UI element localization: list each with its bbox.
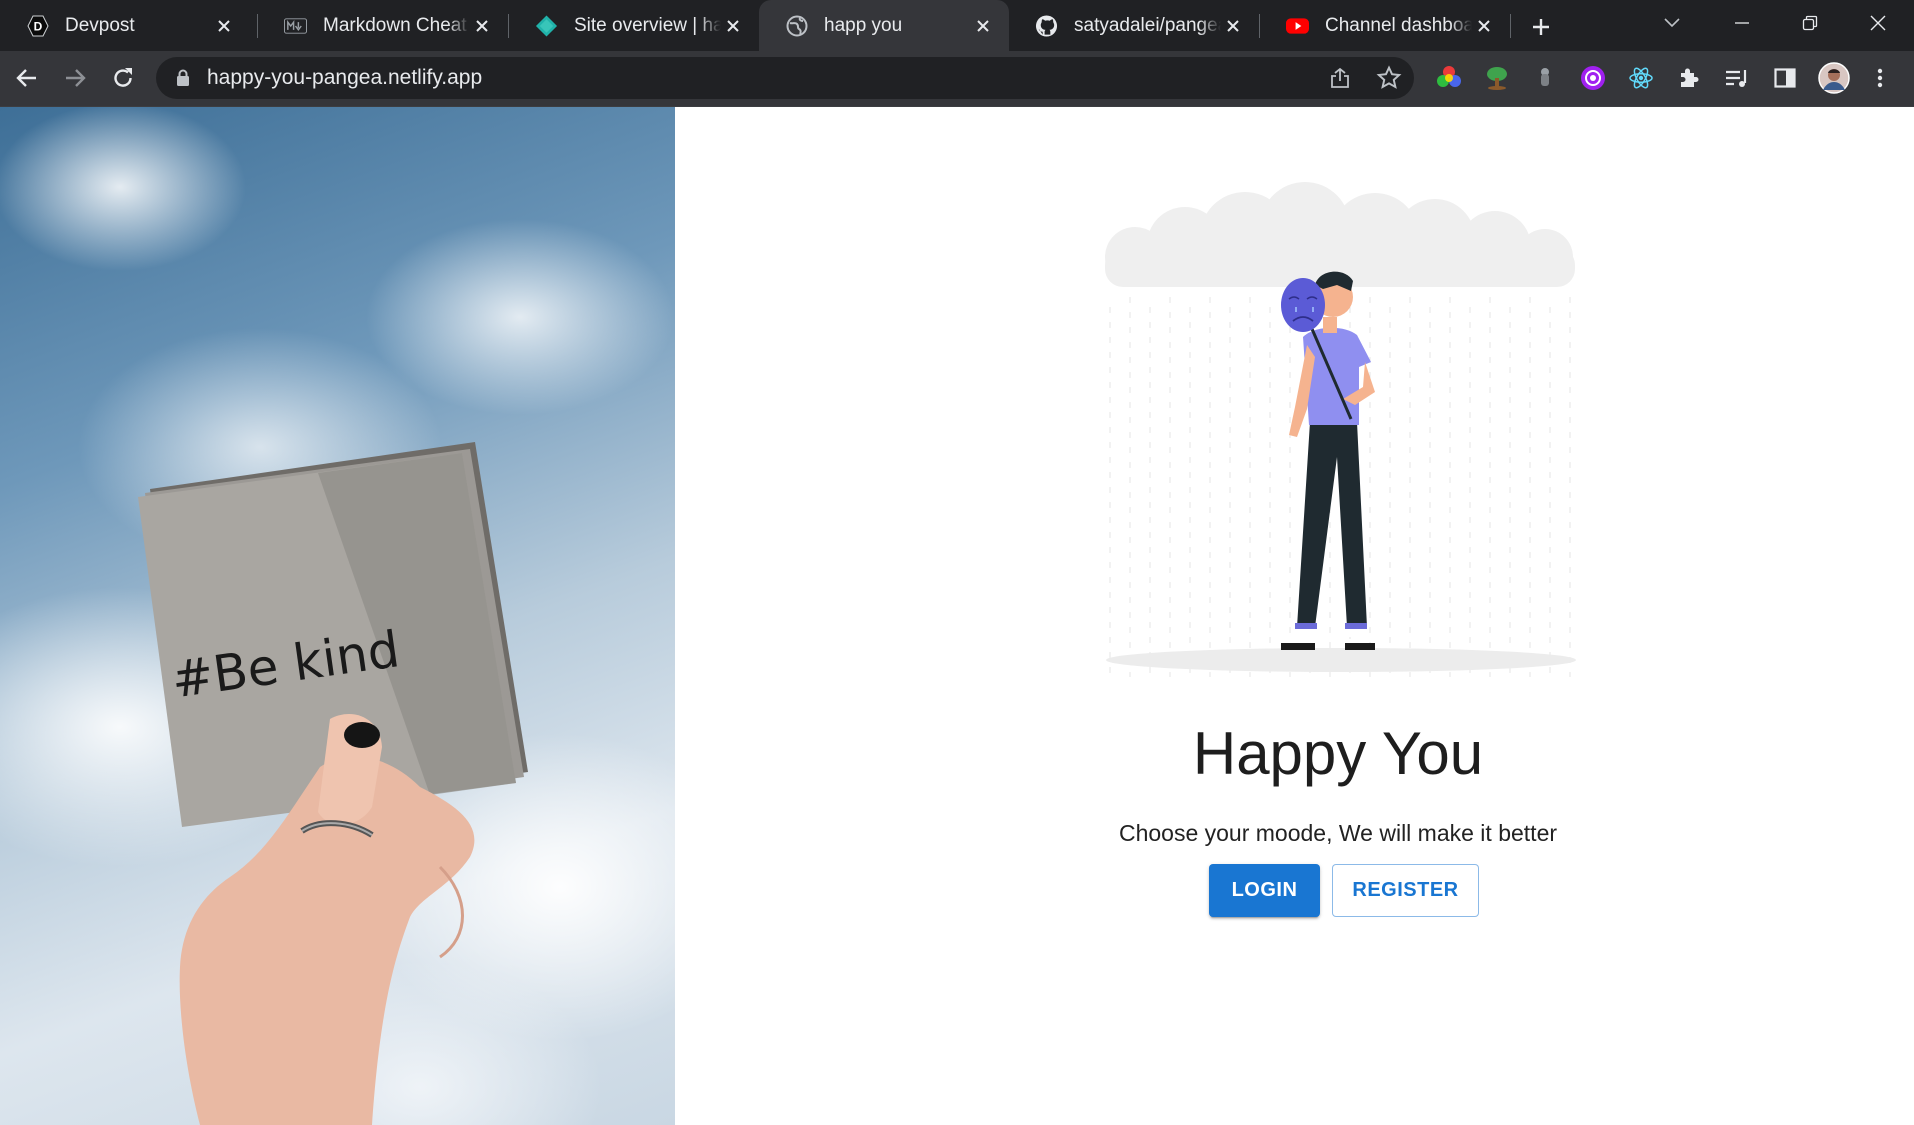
puzzle-icon[interactable] [1675, 64, 1703, 92]
hero-photo: #Be kind [0, 107, 675, 1125]
chevron-down-icon [1664, 18, 1680, 28]
tab-title: Markdown Cheat Sheet [323, 14, 470, 36]
markdown-icon [284, 14, 307, 37]
login-button[interactable]: LOGIN [1209, 864, 1320, 917]
purple-extension-icon[interactable] [1579, 64, 1607, 92]
tab-separator [1510, 14, 1511, 38]
hand-with-note-image [138, 442, 528, 1125]
close-icon[interactable] [1221, 14, 1245, 38]
tree-icon[interactable] [1483, 64, 1511, 92]
tab-netlify[interactable]: Site overview | happy-you-pangea [509, 0, 759, 51]
tab-strip: D Devpost Markdown Cheat Sheet Site over… [0, 0, 1914, 51]
forward-button[interactable] [60, 63, 90, 93]
side-panel-icon[interactable] [1771, 64, 1799, 92]
lock-icon[interactable] [176, 69, 190, 87]
tab-title: happ you [824, 14, 903, 36]
lamp-icon[interactable] [1531, 64, 1559, 92]
web-page: #Be kind Happy You Choose your moode, We… [0, 107, 1914, 1125]
close-icon[interactable] [470, 14, 494, 38]
register-button[interactable]: REGISTER [1332, 864, 1479, 917]
reload-icon [114, 68, 132, 87]
color-picker-icon[interactable] [1435, 64, 1463, 92]
restore-button[interactable] [1792, 8, 1828, 38]
close-icon[interactable] [1472, 14, 1496, 38]
star-icon[interactable] [1376, 65, 1402, 96]
close-window-button[interactable] [1860, 8, 1896, 38]
share-icon[interactable] [1328, 66, 1352, 95]
address-bar[interactable] [156, 57, 1414, 99]
tab-title: Devpost [65, 14, 135, 36]
close-icon[interactable] [721, 14, 745, 38]
url-input[interactable] [207, 66, 1107, 90]
cloud-shape [1105, 182, 1575, 287]
svg-text:D: D [33, 19, 42, 33]
back-button[interactable] [12, 63, 42, 93]
browser-toolbar [0, 51, 1914, 106]
close-icon[interactable] [971, 14, 995, 38]
tab-markdown[interactable]: Markdown Cheat Sheet [258, 0, 508, 51]
react-devtools-icon[interactable] [1627, 64, 1655, 92]
sad-person-illustration [1105, 182, 1576, 677]
tab-youtube[interactable]: Channel dashboard [1260, 0, 1510, 51]
netlify-icon [535, 14, 558, 37]
reading-list-icon[interactable] [1723, 64, 1751, 92]
tab-title: Site overview | happy-you-pangea [574, 14, 721, 36]
arrow-right-icon [66, 69, 86, 87]
page-title: Happy You [1192, 720, 1484, 787]
minimize-button[interactable] [1724, 8, 1760, 38]
tab-title: satyadalei/pangea-happy-you [1074, 14, 1221, 36]
minimize-icon [1735, 22, 1749, 24]
youtube-icon [1286, 14, 1309, 37]
tab-github[interactable]: satyadalei/pangea-happy-you [1009, 0, 1259, 51]
tab-happ-you[interactable]: happ you [759, 0, 1009, 51]
new-tab-button[interactable] [1526, 12, 1556, 42]
tab-devpost[interactable]: D Devpost [0, 0, 250, 51]
avatar[interactable] [1818, 62, 1850, 94]
restore-icon [1802, 15, 1818, 31]
close-icon[interactable] [212, 14, 236, 38]
tab-search-button[interactable] [1654, 8, 1690, 38]
plus-icon [1533, 19, 1549, 35]
globe-icon [785, 14, 808, 37]
close-icon [1870, 15, 1886, 31]
tagline: Choose your moode, We will make it bette… [1118, 820, 1558, 846]
tab-title: Channel dashboard [1325, 14, 1472, 36]
github-icon [1035, 14, 1058, 37]
devpost-icon: D [26, 14, 49, 37]
more-menu-icon[interactable] [1866, 64, 1894, 92]
arrow-left-icon [16, 69, 36, 87]
reload-button[interactable] [108, 63, 138, 93]
